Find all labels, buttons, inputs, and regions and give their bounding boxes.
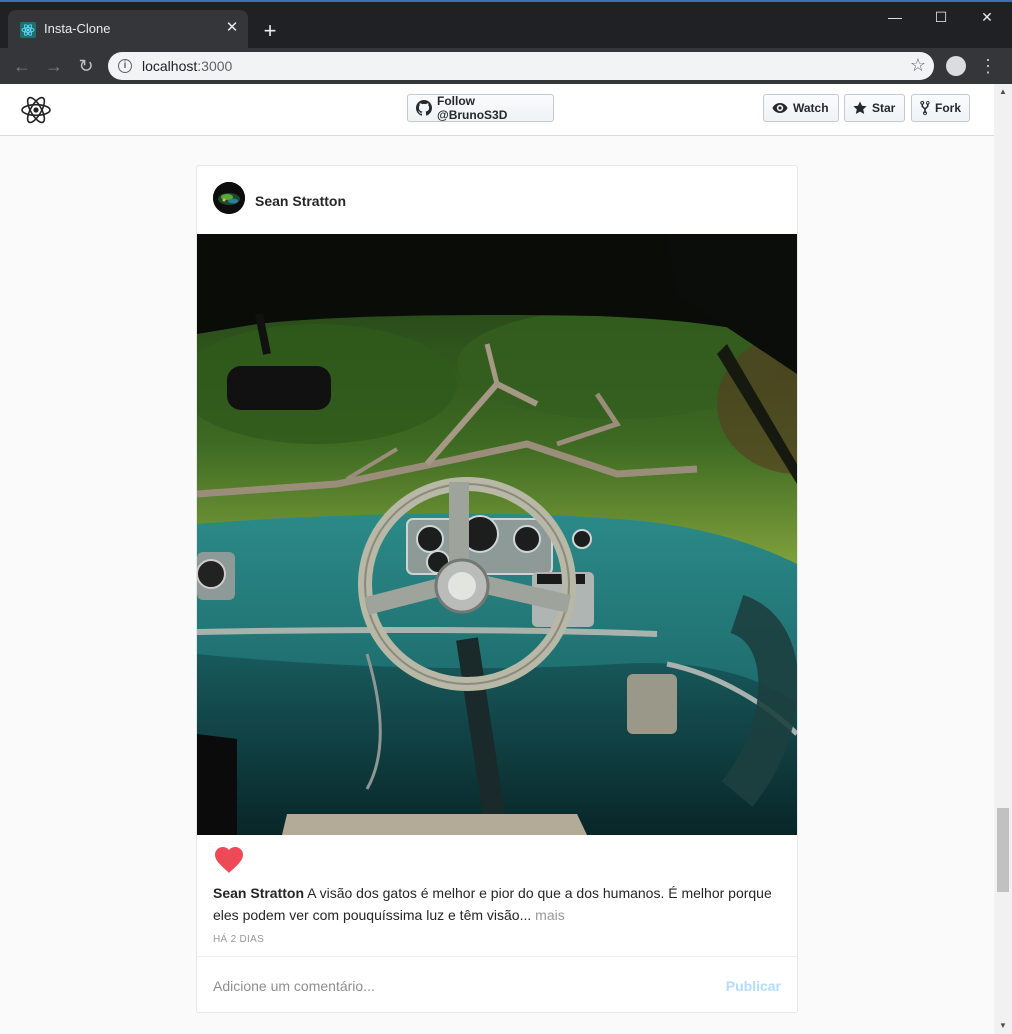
avatar[interactable]	[213, 182, 245, 214]
watch-label: Watch	[793, 101, 829, 115]
follow-button[interactable]: Follow @BrunoS3D	[407, 94, 554, 122]
url-text: localhost:3000	[142, 58, 232, 74]
browser-tab[interactable]: Insta-Clone ✕	[8, 10, 248, 50]
comment-input[interactable]	[213, 975, 683, 997]
browser-tab-strip: Insta-Clone ✕ + — ☐ ✕	[0, 0, 1012, 50]
more-link[interactable]: mais	[535, 907, 565, 923]
post-image[interactable]	[197, 234, 797, 835]
post-card: Sean Stratton Sean Stratton A visão dos …	[196, 165, 798, 1013]
fork-label: Fork	[935, 101, 962, 115]
bookmark-star-icon[interactable]: ☆	[910, 55, 926, 76]
page-viewport: Follow @BrunoS3D Watch Star Fork Sean St…	[0, 84, 994, 1034]
post-timestamp: HÁ 2 DIAS	[213, 934, 265, 945]
publish-button[interactable]: Publicar	[726, 978, 781, 994]
window-minimize-button[interactable]: —	[872, 2, 918, 32]
window-close-button[interactable]: ✕	[964, 2, 1010, 32]
heart-icon[interactable]	[213, 844, 245, 874]
star-icon	[853, 101, 867, 114]
scroll-up-arrow-icon[interactable]: ▲	[994, 84, 1012, 100]
car-interior-photo	[197, 234, 797, 835]
url-host: localhost	[142, 58, 198, 74]
browser-toolbar: ← → ↻ i localhost:3000 ☆ ⋮	[0, 48, 1012, 84]
site-header: Follow @BrunoS3D Watch Star Fork	[0, 84, 994, 136]
tab-title: Insta-Clone	[44, 21, 111, 36]
star-button[interactable]: Star	[844, 94, 905, 122]
kebab-menu-icon[interactable]: ⋮	[978, 52, 998, 80]
forward-button[interactable]: →	[40, 52, 68, 80]
fork-button[interactable]: Fork	[911, 94, 970, 122]
post-caption: Sean Stratton A visão dos gatos é melhor…	[213, 882, 781, 926]
avatar-image	[213, 182, 245, 214]
profile-avatar-button[interactable]	[946, 56, 966, 76]
post-author[interactable]: Sean Stratton	[255, 193, 346, 209]
star-label: Star	[872, 101, 896, 115]
follow-label: Follow @BrunoS3D	[437, 94, 508, 122]
address-bar[interactable]: i localhost:3000 ☆	[108, 52, 934, 80]
info-icon[interactable]: i	[118, 59, 132, 73]
url-port: :3000	[197, 58, 233, 74]
reload-button[interactable]: ↻	[72, 52, 100, 80]
fork-icon	[920, 100, 930, 116]
page-scrollbar[interactable]: ▲ ▼	[994, 84, 1012, 1034]
comment-bar: Publicar	[197, 956, 797, 1013]
react-logo-icon[interactable]	[20, 94, 52, 126]
new-tab-button[interactable]: +	[256, 18, 284, 46]
scroll-down-arrow-icon[interactable]: ▼	[994, 1018, 1012, 1034]
caption-username[interactable]: Sean Stratton	[213, 885, 304, 901]
back-button[interactable]: ←	[8, 52, 36, 80]
tab-close-icon[interactable]: ✕	[222, 18, 242, 38]
watch-button[interactable]: Watch	[763, 94, 839, 122]
post-header: Sean Stratton	[197, 166, 797, 234]
scroll-thumb[interactable]	[997, 808, 1009, 892]
eye-icon	[772, 103, 788, 113]
github-icon	[416, 100, 432, 116]
window-maximize-button[interactable]: ☐	[918, 2, 964, 32]
react-favicon-icon	[20, 22, 36, 38]
